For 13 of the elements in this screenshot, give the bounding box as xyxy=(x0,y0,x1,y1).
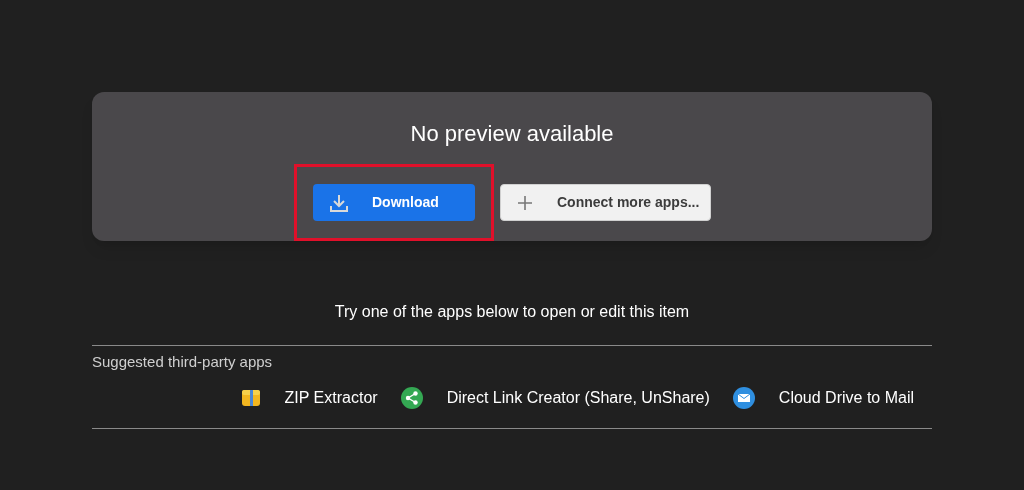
download-button[interactable]: Download xyxy=(313,184,475,221)
connect-apps-button[interactable]: Connect more apps... xyxy=(500,184,711,221)
share-icon xyxy=(400,387,423,409)
archive-icon xyxy=(240,388,261,408)
download-icon xyxy=(329,192,349,213)
section-heading: Suggested third-party apps xyxy=(92,353,274,371)
envelope-icon xyxy=(732,387,755,409)
hint-text: Try one of the apps below to open or edit this item xyxy=(333,302,691,322)
app-link[interactable]: Direct Link Creator (Share, UnShare) xyxy=(446,386,710,410)
preview-title: No preview available xyxy=(410,120,614,148)
app-link[interactable]: Cloud Drive to Mail xyxy=(778,386,914,410)
app-link[interactable]: ZIP Extractor xyxy=(284,386,378,410)
plus-icon xyxy=(517,194,533,211)
